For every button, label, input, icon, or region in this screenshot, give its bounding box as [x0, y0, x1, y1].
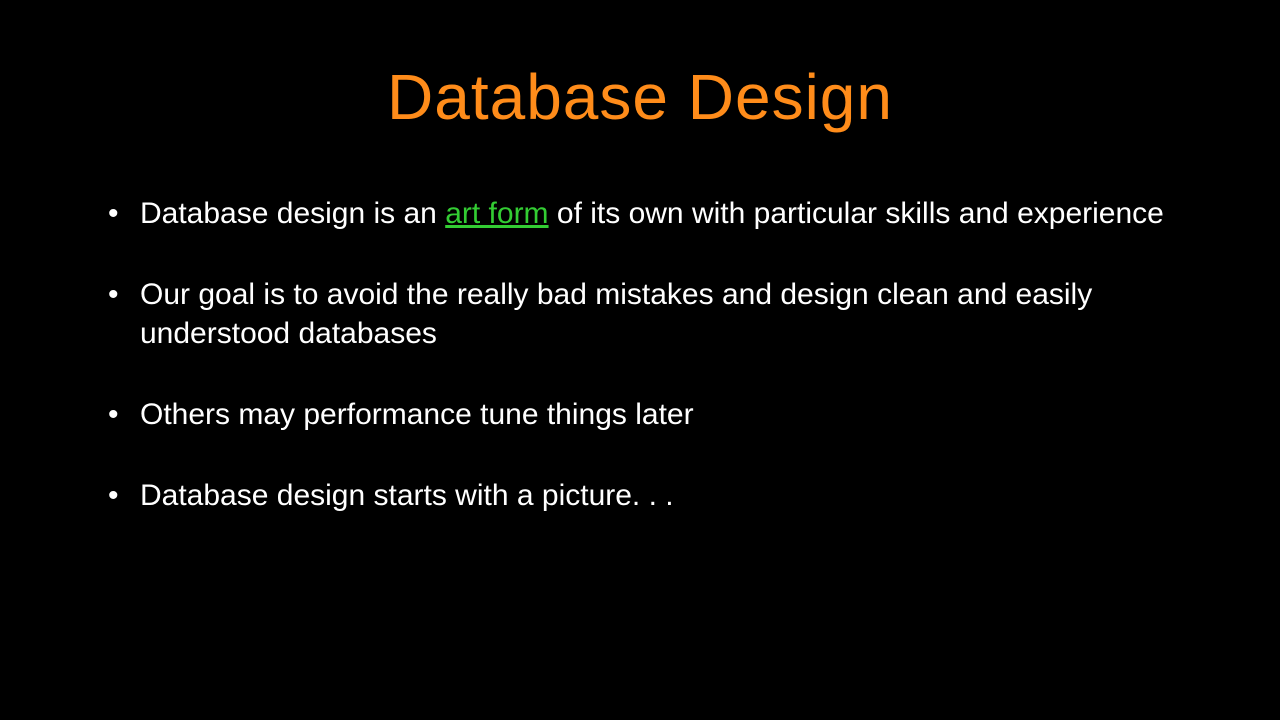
slide-container: Database Design Database design is an ar…: [0, 0, 1280, 720]
bullet-text-before: Our goal is to avoid the really bad mist…: [140, 278, 1092, 350]
bullet-text-highlight: art form: [445, 197, 548, 230]
list-item: Database design starts with a picture. .…: [100, 476, 1180, 515]
bullet-text-before: Others may performance tune things later: [140, 398, 694, 431]
bullet-list: Database design is an art form of its ow…: [100, 194, 1180, 515]
bullet-text-before: Database design starts with a picture. .…: [140, 479, 674, 512]
list-item: Others may performance tune things later: [100, 395, 1180, 434]
list-item: Our goal is to avoid the really bad mist…: [100, 275, 1180, 353]
bullet-text-after: of its own with particular skills and ex…: [549, 197, 1164, 230]
list-item: Database design is an art form of its ow…: [100, 194, 1180, 233]
bullet-text-before: Database design is an: [140, 197, 445, 230]
slide-title: Database Design: [100, 60, 1180, 134]
